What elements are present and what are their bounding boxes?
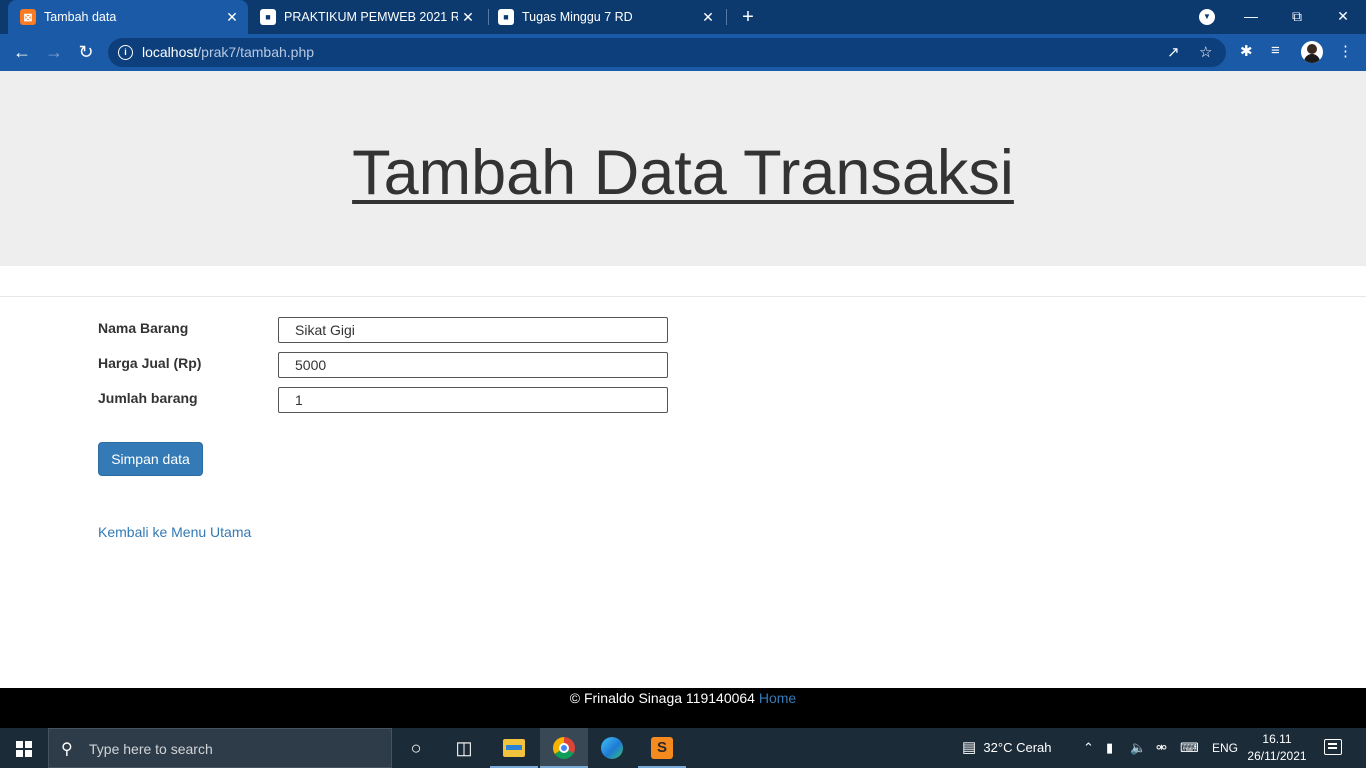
divider [0, 296, 1366, 297]
close-tab-icon[interactable]: ✕ [458, 9, 478, 26]
footer-home-link[interactable]: Home [759, 690, 796, 706]
url-text[interactable]: localhost/prak7/tambah.php [142, 44, 314, 60]
jumlah-barang-input[interactable]: 1 [278, 387, 668, 413]
classroom-icon: ■ [260, 9, 276, 25]
page-title-text: Tambah Data Transaksi [352, 138, 1014, 208]
address-bar[interactable]: i localhost/prak7/tambah.php ↗ ☆ [108, 38, 1226, 67]
clock-date: 26/11/2021 [1247, 749, 1307, 763]
close-window-button[interactable]: ✕ [1320, 0, 1366, 34]
weather-icon: ▤ [962, 739, 977, 756]
page-content: Tambah Data Transaksi Nama Barang Sikat … [0, 71, 1366, 688]
footer-copyright: © Frinaldo Sinaga 119140064 [569, 690, 755, 706]
tab-search-icon[interactable]: ▼ [1199, 9, 1215, 25]
extensions-puzzle-icon[interactable]: ✱ [1240, 42, 1253, 60]
media-queue-icon[interactable]: ≡ [1271, 42, 1280, 59]
task-view-icon[interactable]: ◫ [440, 728, 488, 768]
simpan-data-button[interactable]: Simpan data [98, 442, 203, 476]
language-indicator[interactable]: ENG [1212, 728, 1238, 768]
bookmark-star-icon[interactable]: ☆ [1199, 43, 1212, 61]
form-row-harga-jual: Harga Jual (Rp) 5000 [98, 352, 668, 378]
minimize-button[interactable]: — [1228, 0, 1274, 34]
cortana-icon[interactable]: ○ [392, 728, 440, 768]
form-row-nama-barang: Nama Barang Sikat Gigi [98, 317, 668, 343]
close-tab-icon[interactable]: ✕ [698, 9, 718, 26]
start-button[interactable] [0, 728, 48, 768]
tab-praktikum-pemweb[interactable]: ■ PRAKTIKUM PEMWEB 2021 RA, R ✕ [252, 0, 484, 34]
clock-time: 16.11 [1262, 732, 1292, 746]
page-footer: © Frinaldo Sinaga 119140064 Home [0, 688, 1366, 728]
site-info-icon[interactable]: i [118, 45, 133, 60]
share-icon[interactable]: ↗ [1167, 43, 1180, 61]
file-explorer-icon[interactable] [490, 728, 538, 768]
weather-text: 32°C Cerah [983, 740, 1052, 755]
chrome-icon[interactable] [540, 728, 588, 768]
weather-widget[interactable]: ▤ 32°C Cerah [962, 728, 1052, 768]
wifi-icon[interactable]: ⚮ [1156, 728, 1167, 768]
nama-barang-input[interactable]: Sikat Gigi [278, 317, 668, 343]
sublime-text-icon[interactable]: S [638, 728, 686, 768]
windows-logo-icon [16, 741, 32, 757]
notification-center-icon[interactable] [1324, 739, 1342, 755]
tab-title: PRAKTIKUM PEMWEB 2021 RA, R [284, 10, 458, 24]
tab-divider [726, 9, 727, 25]
keyboard-icon[interactable]: ⌨ [1180, 728, 1199, 768]
url-host: localhost [142, 44, 198, 60]
tab-tambah-data[interactable]: ⊠ Tambah data ✕ [8, 0, 248, 34]
windows-taskbar: ⚲ Type here to search ○ ◫ S ▤ 32°C Cerah… [0, 728, 1366, 768]
xampp-icon: ⊠ [20, 9, 36, 25]
tab-divider [488, 9, 489, 25]
profile-avatar[interactable] [1301, 41, 1323, 63]
restore-button[interactable]: ⧉ [1274, 0, 1320, 34]
harga-jual-label: Harga Jual (Rp) [98, 355, 202, 371]
forward-arrow-icon[interactable]: → [41, 40, 67, 66]
show-hidden-icons-icon[interactable]: ⌃ [1083, 728, 1094, 768]
search-placeholder: Type here to search [89, 741, 213, 757]
browser-tab-strip: ⊠ Tambah data ✕ ■ PRAKTIKUM PEMWEB 2021 … [0, 0, 1366, 34]
classroom-icon: ■ [498, 9, 514, 25]
browser-toolbar: ← → ↻ i localhost/prak7/tambah.php ↗ ☆ ✱… [0, 34, 1366, 71]
tab-title: Tambah data [44, 10, 117, 24]
search-icon: ⚲ [61, 741, 73, 758]
new-tab-button[interactable]: + [736, 4, 760, 30]
reload-icon[interactable]: ↻ [73, 40, 99, 66]
close-tab-icon[interactable]: ✕ [222, 9, 242, 26]
back-arrow-icon[interactable]: ← [9, 40, 35, 66]
edge-icon[interactable] [588, 728, 636, 768]
menu-kebab-icon[interactable]: ⋮ [1338, 42, 1353, 60]
jumbotron: Tambah Data Transaksi [0, 71, 1366, 266]
tab-title: Tugas Minggu 7 RD [522, 10, 633, 24]
tab-tugas-minggu[interactable]: ■ Tugas Minggu 7 RD ✕ [490, 0, 724, 34]
back-to-menu-link[interactable]: Kembali ke Menu Utama [98, 524, 251, 540]
form-row-jumlah-barang: Jumlah barang 1 [98, 387, 668, 413]
battery-icon[interactable]: ▮ [1106, 728, 1113, 768]
taskbar-search-box[interactable]: ⚲ Type here to search [48, 728, 392, 768]
nama-barang-label: Nama Barang [98, 320, 189, 336]
page-title: Tambah Data Transaksi [0, 137, 1366, 209]
jumlah-barang-label: Jumlah barang [98, 390, 198, 406]
volume-icon[interactable]: 🔈 [1130, 728, 1146, 768]
system-clock[interactable]: 16.11 26/11/2021 [1244, 731, 1310, 765]
url-path: /prak7/tambah.php [197, 44, 315, 60]
harga-jual-input[interactable]: 5000 [278, 352, 668, 378]
